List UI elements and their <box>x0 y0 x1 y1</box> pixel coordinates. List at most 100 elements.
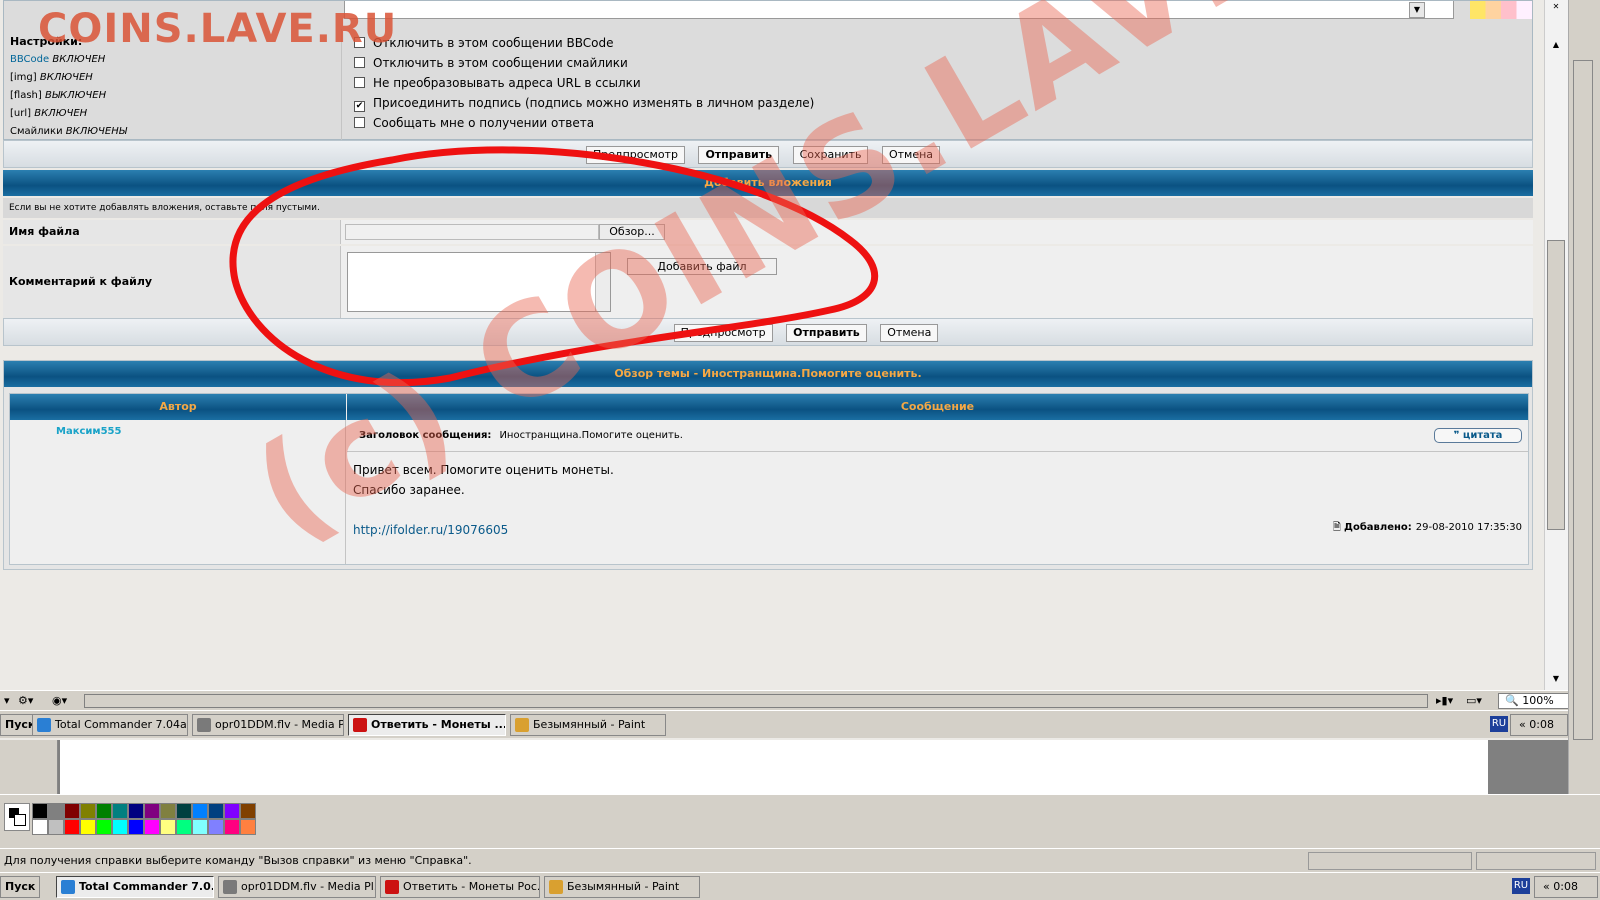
option-label: Сообщать мне о получении ответа <box>373 116 595 130</box>
outer-clock: « 0:08 <box>1534 876 1598 898</box>
palette-swatch[interactable] <box>112 819 128 835</box>
taskbar-button[interactable]: opr01DDM.flv - Media Pl... <box>218 876 376 898</box>
palette-swatch[interactable] <box>96 819 112 835</box>
palette-swatch[interactable] <box>208 819 224 835</box>
scroll-thumb[interactable] <box>1547 240 1565 530</box>
palette-swatch[interactable] <box>48 803 64 819</box>
palette-swatch[interactable] <box>224 819 240 835</box>
current-colors[interactable] <box>4 803 30 831</box>
settings-line-state: ВКЛЮЧЕН <box>52 54 106 65</box>
app-icon <box>61 880 75 894</box>
option-checkbox[interactable] <box>354 57 365 68</box>
taskbar-button[interactable]: Безымянный - Paint <box>510 714 666 736</box>
paint-toolbox[interactable] <box>0 740 58 794</box>
outer-start-button[interactable]: Пуск <box>0 876 41 898</box>
added-label: Добавлено: <box>1344 522 1412 533</box>
app-icon <box>37 718 51 732</box>
option-checkbox[interactable] <box>354 77 365 88</box>
topic-review-header: Обзор темы - Иностранщина.Помогите оцени… <box>4 361 1532 387</box>
paint-scrollbar[interactable] <box>1568 0 1600 794</box>
palette-swatch[interactable] <box>112 803 128 819</box>
option-label: Отключить в этом сообщении смайлики <box>373 56 628 70</box>
palette-swatch[interactable] <box>240 819 256 835</box>
quote-icon: ❞ <box>1453 430 1463 441</box>
taskbar-button[interactable]: Ответить - Монеты Рос... <box>380 876 540 898</box>
option-checkbox[interactable]: ✔ <box>354 101 365 112</box>
scroll-down-arrow-icon[interactable]: ▼ <box>1549 674 1563 686</box>
message-link[interactable]: http://ifolder.ru/19076605 <box>353 520 614 540</box>
zoom-select[interactable]: 🔍 100% <box>1498 693 1568 709</box>
paint-help-text: Для получения справки выберите команду "… <box>4 854 472 867</box>
settings-line: [img] ВКЛЮЧЕН <box>10 69 335 87</box>
palette-swatch[interactable] <box>160 819 176 835</box>
inner-lang-indicator[interactable]: RU <box>1490 716 1508 732</box>
scroll-up-icon[interactable]: ✕ <box>1549 2 1563 14</box>
post-icon: 🗎 <box>1332 522 1345 533</box>
palette-swatch[interactable] <box>192 803 208 819</box>
file-path-input[interactable] <box>345 224 599 240</box>
taskbar-button-label: Total Commander 7.0... <box>79 880 214 893</box>
settings-line-label: [img] <box>10 72 37 83</box>
paint-status-bar: Для получения справки выберите команду "… <box>0 848 1600 872</box>
page-icon[interactable]: ▸▮▾ <box>1436 694 1453 707</box>
browser-status-bar: ▾ ⚙▾ ◉▾ ▸▮▾ ▭▾ 🔍 100% <box>0 690 1568 710</box>
background-color[interactable] <box>14 814 26 826</box>
web-icon[interactable]: ◉▾ <box>52 694 67 707</box>
scroll-up-arrow-icon[interactable]: ▲ <box>1549 40 1563 52</box>
palette-swatch[interactable] <box>32 819 48 835</box>
preview-button[interactable]: Предпросмотр <box>585 146 685 164</box>
app-icon <box>515 718 529 732</box>
author-name[interactable]: Максим555 <box>56 426 121 437</box>
option-label: Отключить в этом сообщении BBCode <box>373 36 614 50</box>
taskbar-button[interactable]: Безымянный - Paint <box>544 876 700 898</box>
palette-swatch[interactable] <box>96 803 112 819</box>
palette-swatch[interactable] <box>176 819 192 835</box>
taskbar-button-label: Безымянный - Paint <box>533 718 646 731</box>
panel-toggle-icon[interactable]: ▾ <box>4 694 10 707</box>
scroll-down-icon[interactable]: ▼ <box>1409 2 1425 18</box>
settings-line-label[interactable]: BBCode <box>10 54 49 65</box>
palette-swatch[interactable] <box>128 803 144 819</box>
forum-page: ▼ Настройки: BBCode ВКЛЮЧЕН [img] ВКЛЮЧЕН… <box>0 0 1540 690</box>
palette-swatch[interactable] <box>128 819 144 835</box>
palette-swatch[interactable] <box>192 819 208 835</box>
palette-swatch[interactable] <box>160 803 176 819</box>
status-url-field <box>84 694 1428 708</box>
quote-label: цитата <box>1462 430 1503 441</box>
paint-drawing-area[interactable] <box>60 740 1488 794</box>
palette-swatch[interactable] <box>208 803 224 819</box>
paint-scroll-thumb[interactable] <box>1573 60 1593 740</box>
palette-swatch[interactable] <box>176 803 192 819</box>
browser-scrollbar[interactable]: ✕ ▲ ▼ <box>1544 0 1568 690</box>
taskbar-button[interactable]: Total Commander 7.04a ... <box>32 714 188 736</box>
settings-line-state: ВКЛЮЧЕН <box>34 108 88 119</box>
quote-button[interactable]: ❞ цитата <box>1434 428 1522 443</box>
message-textarea-bottom[interactable]: ▼ <box>344 1 1454 19</box>
palette-swatch[interactable] <box>144 803 160 819</box>
app-icon <box>353 718 367 732</box>
app-icon <box>223 880 237 894</box>
added-date: 29-08-2010 17:35:30 <box>1415 522 1522 533</box>
outer-lang-indicator[interactable]: RU <box>1512 878 1530 894</box>
view-icon[interactable]: ▭▾ <box>1466 694 1482 707</box>
palette-swatch[interactable] <box>144 819 160 835</box>
taskbar-button[interactable]: Ответить - Монеты ... <box>348 714 506 736</box>
cancel-button-2[interactable]: Отмена <box>880 324 939 342</box>
palette-swatch[interactable] <box>224 803 240 819</box>
palette-swatch[interactable] <box>64 819 80 835</box>
palette-swatch[interactable] <box>64 803 80 819</box>
inner-taskbar: Пуск Total Commander 7.04a ... opr01DDM.f… <box>0 710 1568 738</box>
taskbar-button[interactable]: Total Commander 7.0... <box>56 876 214 898</box>
taskbar-button-label: Total Commander 7.04a ... <box>55 718 188 731</box>
palette-swatch[interactable] <box>80 819 96 835</box>
network-icon[interactable]: ⚙▾ <box>18 694 33 707</box>
palette-swatch[interactable] <box>240 803 256 819</box>
taskbar-button[interactable]: opr01DDM.flv - Media Pl... <box>192 714 344 736</box>
topic-review: Обзор темы - Иностранщина.Помогите оцени… <box>3 360 1533 570</box>
color-swatches[interactable] <box>1470 1 1532 19</box>
option-checkbox[interactable] <box>354 117 365 128</box>
palette-swatch[interactable] <box>80 803 96 819</box>
submit-button-2[interactable]: Отправить <box>786 324 867 342</box>
palette-swatch[interactable] <box>48 819 64 835</box>
palette-swatch[interactable] <box>32 803 48 819</box>
